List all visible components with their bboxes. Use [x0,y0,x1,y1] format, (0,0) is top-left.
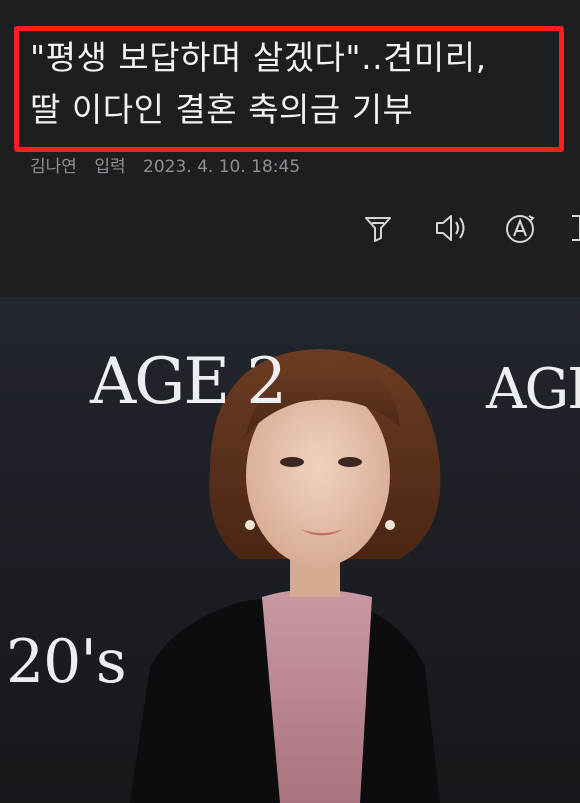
author-name: 김나연 [30,157,77,177]
article-toolbar [360,210,580,250]
backdrop-logo-3: 20's [6,627,127,697]
backdrop-logo-1: AGE 2 [90,345,287,419]
summary-icon[interactable] [360,210,396,246]
headline-line-2: 딸 이다인 결혼 축의금 기부 [30,90,414,129]
article-meta: 김나연 입력 2023. 4. 10. 18:45 [30,152,312,177]
backdrop-logo-2: AGE [486,357,580,422]
headline-line-1: "평생 보답하며 살겠다"..견미리, [30,38,487,77]
timestamp: 2023. 4. 10. 18:45 [143,157,301,177]
translate-icon[interactable] [502,210,538,246]
speaker-icon[interactable] [432,210,468,246]
article-photo: AGE 2 AGE 20's [0,297,580,803]
more-icon[interactable] [568,210,580,246]
input-label: 입력 [94,157,126,177]
article-headline: "평생 보답하며 살겠다"..견미리, 딸 이다인 결혼 축의금 기부 [30,32,560,136]
